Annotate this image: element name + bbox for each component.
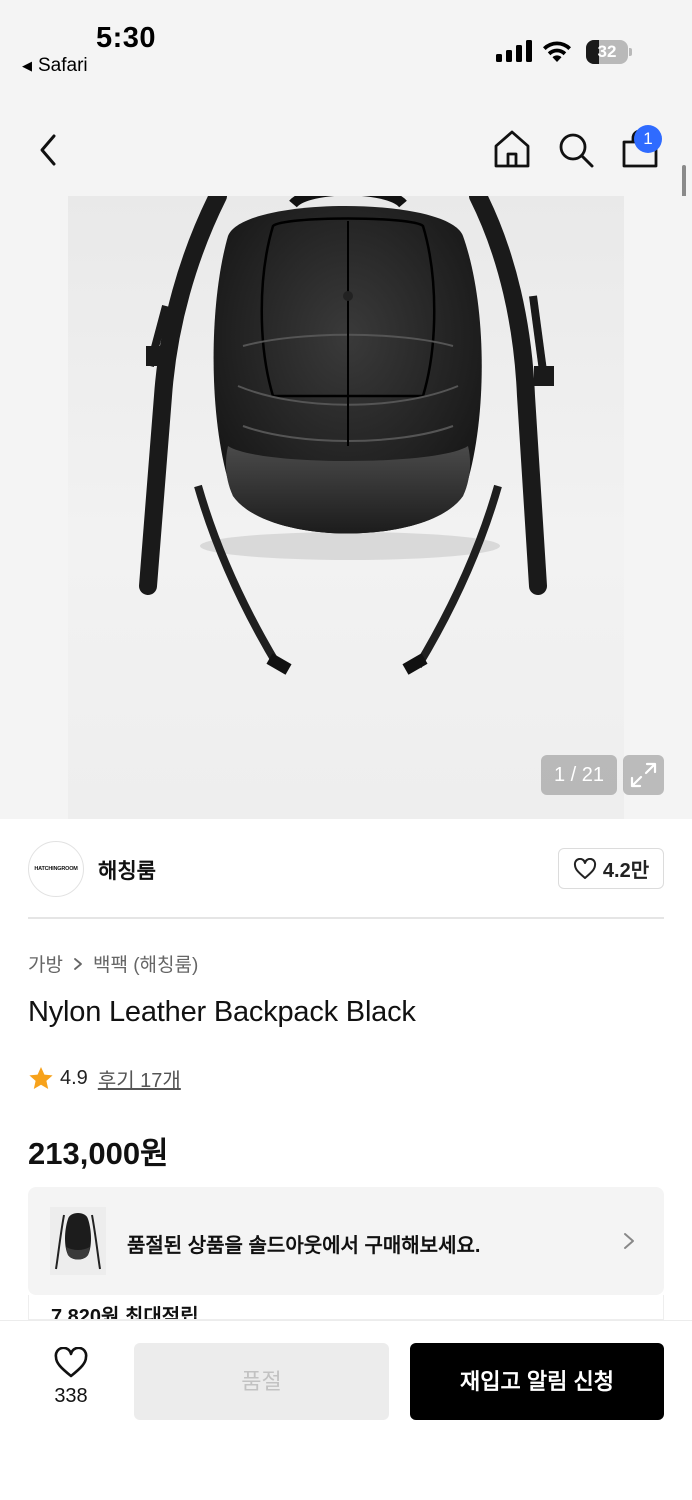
image-counter: 1 / 21	[541, 755, 617, 795]
heart-outline-icon	[54, 1347, 88, 1378]
back-app-label: Safari	[38, 55, 88, 76]
restock-alert-button[interactable]: 재입고 알림 신청	[410, 1343, 664, 1420]
brand-name[interactable]: 해칭룸	[98, 855, 156, 885]
breadcrumb: 가방 백팩 (해칭룸)	[28, 950, 198, 977]
cellular-signal-icon	[496, 40, 532, 62]
divider	[28, 917, 664, 919]
search-icon[interactable]	[556, 130, 596, 170]
battery-icon: 32	[586, 40, 632, 64]
bottom-action-bar: 338 품절 재입고 알림 신청	[0, 1320, 692, 1500]
back-triangle-icon: ◀	[22, 58, 32, 73]
points-text: 7,820원 최대적립	[51, 1306, 199, 1320]
product-photo	[68, 196, 624, 819]
expand-image-button[interactable]	[623, 755, 664, 795]
product-title: Nylon Leather Backpack Black	[28, 996, 416, 1028]
brand-row: HATCHINGROOM 해칭룸 4.2만	[0, 819, 692, 918]
breadcrumb-subcategory[interactable]: 백팩 (해칭룸)	[93, 950, 198, 977]
brand-like-button[interactable]: 4.2만	[558, 848, 664, 889]
chevron-right-icon	[74, 957, 82, 970]
home-icon[interactable]	[492, 128, 532, 170]
chevron-left-icon[interactable]	[30, 130, 66, 170]
rating-row: 4.9 후기 17개	[28, 1064, 181, 1093]
status-time: 5:30	[96, 22, 157, 54]
soldout-button: 품절	[134, 1343, 389, 1420]
back-to-app-link[interactable]: ◀ Safari	[22, 55, 88, 77]
rating-score: 4.9	[60, 1067, 88, 1089]
cart-count-badge: 1	[634, 125, 662, 153]
battery-level: 32	[597, 42, 617, 61]
wifi-icon	[543, 41, 571, 62]
soldout-marketplace-banner[interactable]: 품절된 상품을 솔드아웃에서 구매해보세요.	[28, 1187, 664, 1295]
backpack-thumbnail	[50, 1207, 106, 1275]
wishlist-button[interactable]: 338	[40, 1347, 102, 1417]
heart-outline-icon	[573, 857, 596, 879]
breadcrumb-category[interactable]: 가방	[28, 950, 63, 977]
status-bar: 5:30 ◀ Safari 32	[0, 0, 692, 90]
product-price: 213,000원	[28, 1136, 169, 1171]
product-image-carousel[interactable]	[0, 196, 692, 819]
chevron-right-icon	[624, 1233, 634, 1249]
wishlist-count: 338	[54, 1385, 88, 1407]
brand-like-count: 4.2만	[602, 860, 650, 882]
reviews-link[interactable]: 후기 17개	[98, 1064, 181, 1093]
soldout-banner-text: 품절된 상품을 솔드아웃에서 구매해보세요.	[127, 1235, 481, 1257]
brand-logo[interactable]: HATCHINGROOM	[28, 841, 84, 897]
points-card: 7,820원 최대적립	[28, 1295, 664, 1320]
expand-icon	[630, 762, 657, 788]
backpack-image	[139, 196, 554, 675]
star-icon	[29, 1067, 53, 1089]
top-nav-bar	[0, 90, 692, 196]
